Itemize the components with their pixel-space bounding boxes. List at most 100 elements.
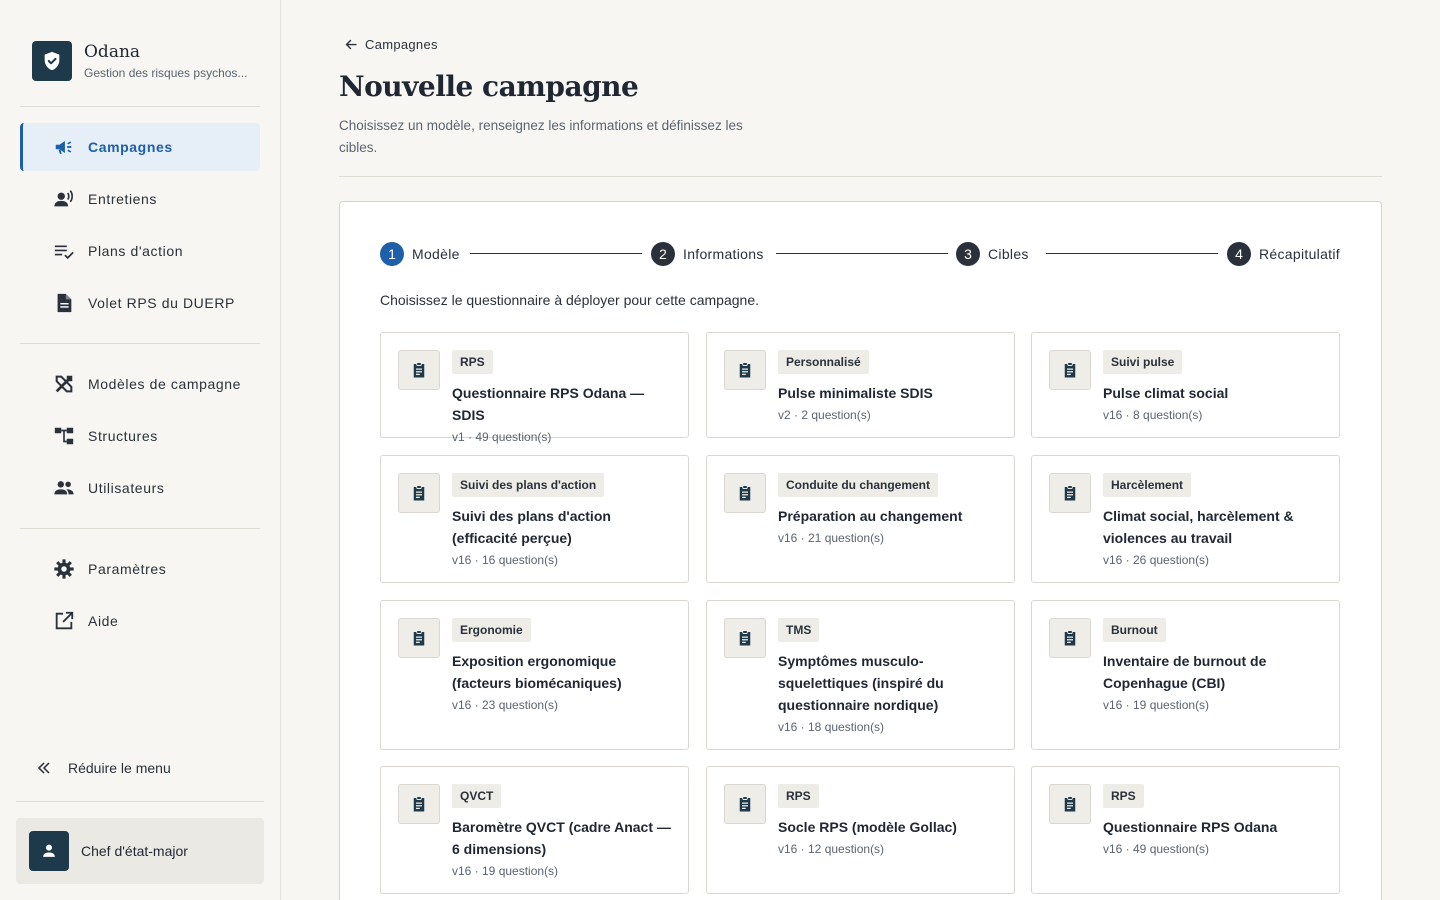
- record-voice-icon: [52, 187, 76, 211]
- template-card[interactable]: RPS Socle RPS (modèle Gollac) v16 · 12 q…: [706, 766, 1015, 894]
- sidebar-item-label: Entretiens: [88, 191, 158, 207]
- template-tag: QVCT: [452, 784, 502, 808]
- sidebar-item-label: Structures: [88, 428, 158, 444]
- template-meta: v16 · 26 question(s): [1103, 553, 1210, 567]
- clipboard-icon: [398, 784, 440, 824]
- template-card[interactable]: Burnout Inventaire de burnout de Copenha…: [1031, 600, 1340, 750]
- app-name: Odana: [84, 42, 141, 62]
- sidebar-item-label: Utilisateurs: [88, 480, 165, 496]
- template-card[interactable]: Personnalisé Pulse minimaliste SDIS v2 ·…: [706, 332, 1015, 438]
- template-meta: v16 · 19 question(s): [452, 864, 559, 878]
- app-subtitle: Gestion des risques psychos...: [84, 66, 248, 80]
- collapse-menu-button[interactable]: Réduire le menu: [32, 756, 171, 780]
- double-chevron-left-icon: [32, 756, 56, 780]
- template-meta: v16 · 18 question(s): [778, 720, 885, 734]
- sidebar-item-structures[interactable]: Structures: [20, 412, 260, 460]
- sidebar-divider: [20, 343, 260, 344]
- group-icon: [52, 476, 76, 500]
- template-card[interactable]: RPS Questionnaire RPS Odana v16 · 49 que…: [1031, 766, 1340, 894]
- template-title: Questionnaire RPS Odana — SDIS: [452, 385, 645, 423]
- clipboard-icon: [724, 350, 766, 390]
- template-card[interactable]: Ergonomie Exposition ergonomique (facteu…: [380, 600, 689, 750]
- template-card[interactable]: QVCT Baromètre QVCT (cadre Anact — 6 dim…: [380, 766, 689, 894]
- person-icon: [29, 831, 69, 871]
- step-cibles[interactable]: 3 Cibles: [956, 242, 1029, 266]
- sidebar-item-aide[interactable]: Aide: [20, 597, 260, 645]
- document-icon: [52, 291, 76, 315]
- template-card[interactable]: Suivi pulse Pulse climat social v16 · 8 …: [1031, 332, 1340, 438]
- step-connector: [470, 253, 642, 254]
- template-meta: v16 · 8 question(s): [1103, 408, 1203, 422]
- step-connector: [776, 253, 948, 254]
- template-title: Exposition ergonomique (facteurs bioméca…: [452, 653, 622, 691]
- step-recapitulatif[interactable]: 4 Récapitulatif: [1227, 242, 1340, 266]
- step-number: 1: [380, 242, 404, 266]
- step-modele[interactable]: 1 Modèle: [380, 242, 460, 266]
- sidebar-divider: [20, 106, 260, 107]
- template-title: Préparation au changement: [778, 508, 963, 524]
- template-card[interactable]: Suivi des plans d'action Suivi des plans…: [380, 455, 689, 583]
- clipboard-icon: [398, 473, 440, 513]
- template-tag: Burnout: [1103, 618, 1166, 642]
- clipboard-icon: [724, 618, 766, 658]
- clipboard-icon: [1049, 784, 1091, 824]
- template-card[interactable]: RPS Questionnaire RPS Odana — SDIS v1 · …: [380, 332, 689, 444]
- step-label: Informations: [683, 246, 764, 262]
- sidebar-item-parametres[interactable]: Paramètres: [20, 545, 260, 593]
- template-title: Climat social, harcèlement & violences a…: [1103, 508, 1294, 546]
- sidebar-item-volet-rps-duerp[interactable]: Volet RPS du DUERP: [20, 279, 260, 327]
- template-title: Questionnaire RPS Odana: [1103, 819, 1278, 835]
- header-divider: [339, 176, 1382, 177]
- brand[interactable]: Odana Gestion des risques psychos...: [32, 41, 247, 81]
- step-number: 3: [956, 242, 980, 266]
- instruction-text: Choisissez le questionnaire à déployer p…: [380, 292, 760, 308]
- sidebar-divider: [16, 801, 264, 802]
- template-title: Suivi des plans d'action (efficacité per…: [452, 508, 611, 546]
- sidebar-item-utilisateurs[interactable]: Utilisateurs: [20, 464, 260, 512]
- template-tag: Suivi pulse: [1103, 350, 1183, 374]
- back-to-campaigns-link[interactable]: Campagnes: [344, 37, 438, 52]
- template-tag: Ergonomie: [452, 618, 531, 642]
- user-name: Chef d'état-major: [81, 843, 188, 859]
- step-label: Modèle: [412, 246, 460, 262]
- template-tag: RPS: [452, 350, 493, 374]
- back-link-label: Campagnes: [365, 37, 438, 52]
- sidebar-item-campagnes[interactable]: Campagnes: [20, 123, 260, 171]
- template-title: Symptômes musculo-squelettiques (inspiré…: [778, 653, 944, 713]
- template-meta: v16 · 21 question(s): [778, 531, 885, 545]
- template-card[interactable]: Conduite du changement Préparation au ch…: [706, 455, 1015, 583]
- playlist-check-icon: [52, 239, 76, 263]
- template-meta: v16 · 12 question(s): [778, 842, 885, 856]
- template-title: Baromètre QVCT (cadre Anact — 6 dimensio…: [452, 819, 671, 857]
- template-tag: RPS: [1103, 784, 1144, 808]
- template-meta: v1 · 49 question(s): [452, 430, 552, 444]
- sidebar-item-label: Paramètres: [88, 561, 167, 577]
- sidebar-item-modeles-campagne[interactable]: Modèles de campagne: [20, 360, 260, 408]
- clipboard-icon: [398, 618, 440, 658]
- sidebar-item-label: Modèles de campagne: [88, 376, 242, 392]
- shield-check-icon: [32, 41, 72, 81]
- template-tag: Personnalisé: [778, 350, 869, 374]
- template-card[interactable]: TMS Symptômes musculo-squelettiques (ins…: [706, 600, 1015, 750]
- clipboard-icon: [724, 473, 766, 513]
- step-informations[interactable]: 2 Informations: [651, 242, 764, 266]
- template-title: Inventaire de burnout de Copenhague (CBI…: [1103, 653, 1267, 691]
- template-tag: TMS: [778, 618, 820, 642]
- step-number: 2: [651, 242, 675, 266]
- template-meta: v16 · 19 question(s): [1103, 698, 1210, 712]
- page-title: Nouvelle campagne: [339, 70, 639, 103]
- clipboard-icon: [1049, 350, 1091, 390]
- template-card[interactable]: Harcèlement Climat social, harcèlement &…: [1031, 455, 1340, 583]
- step-label: Récapitulatif: [1259, 246, 1340, 262]
- sidebar-item-entretiens[interactable]: Entretiens: [20, 175, 260, 223]
- template-title: Pulse minimaliste SDIS: [778, 385, 933, 401]
- template-meta: v16 · 16 question(s): [452, 553, 559, 567]
- user-card[interactable]: Chef d'état-major: [16, 818, 264, 884]
- collapse-menu-label: Réduire le menu: [68, 760, 171, 776]
- template-tag: RPS: [778, 784, 819, 808]
- design-services-icon: [52, 372, 76, 396]
- step-connector: [1046, 253, 1218, 254]
- sidebar-item-plans-action[interactable]: Plans d'action: [20, 227, 260, 275]
- template-tag: Harcèlement: [1103, 473, 1192, 497]
- account-tree-icon: [52, 424, 76, 448]
